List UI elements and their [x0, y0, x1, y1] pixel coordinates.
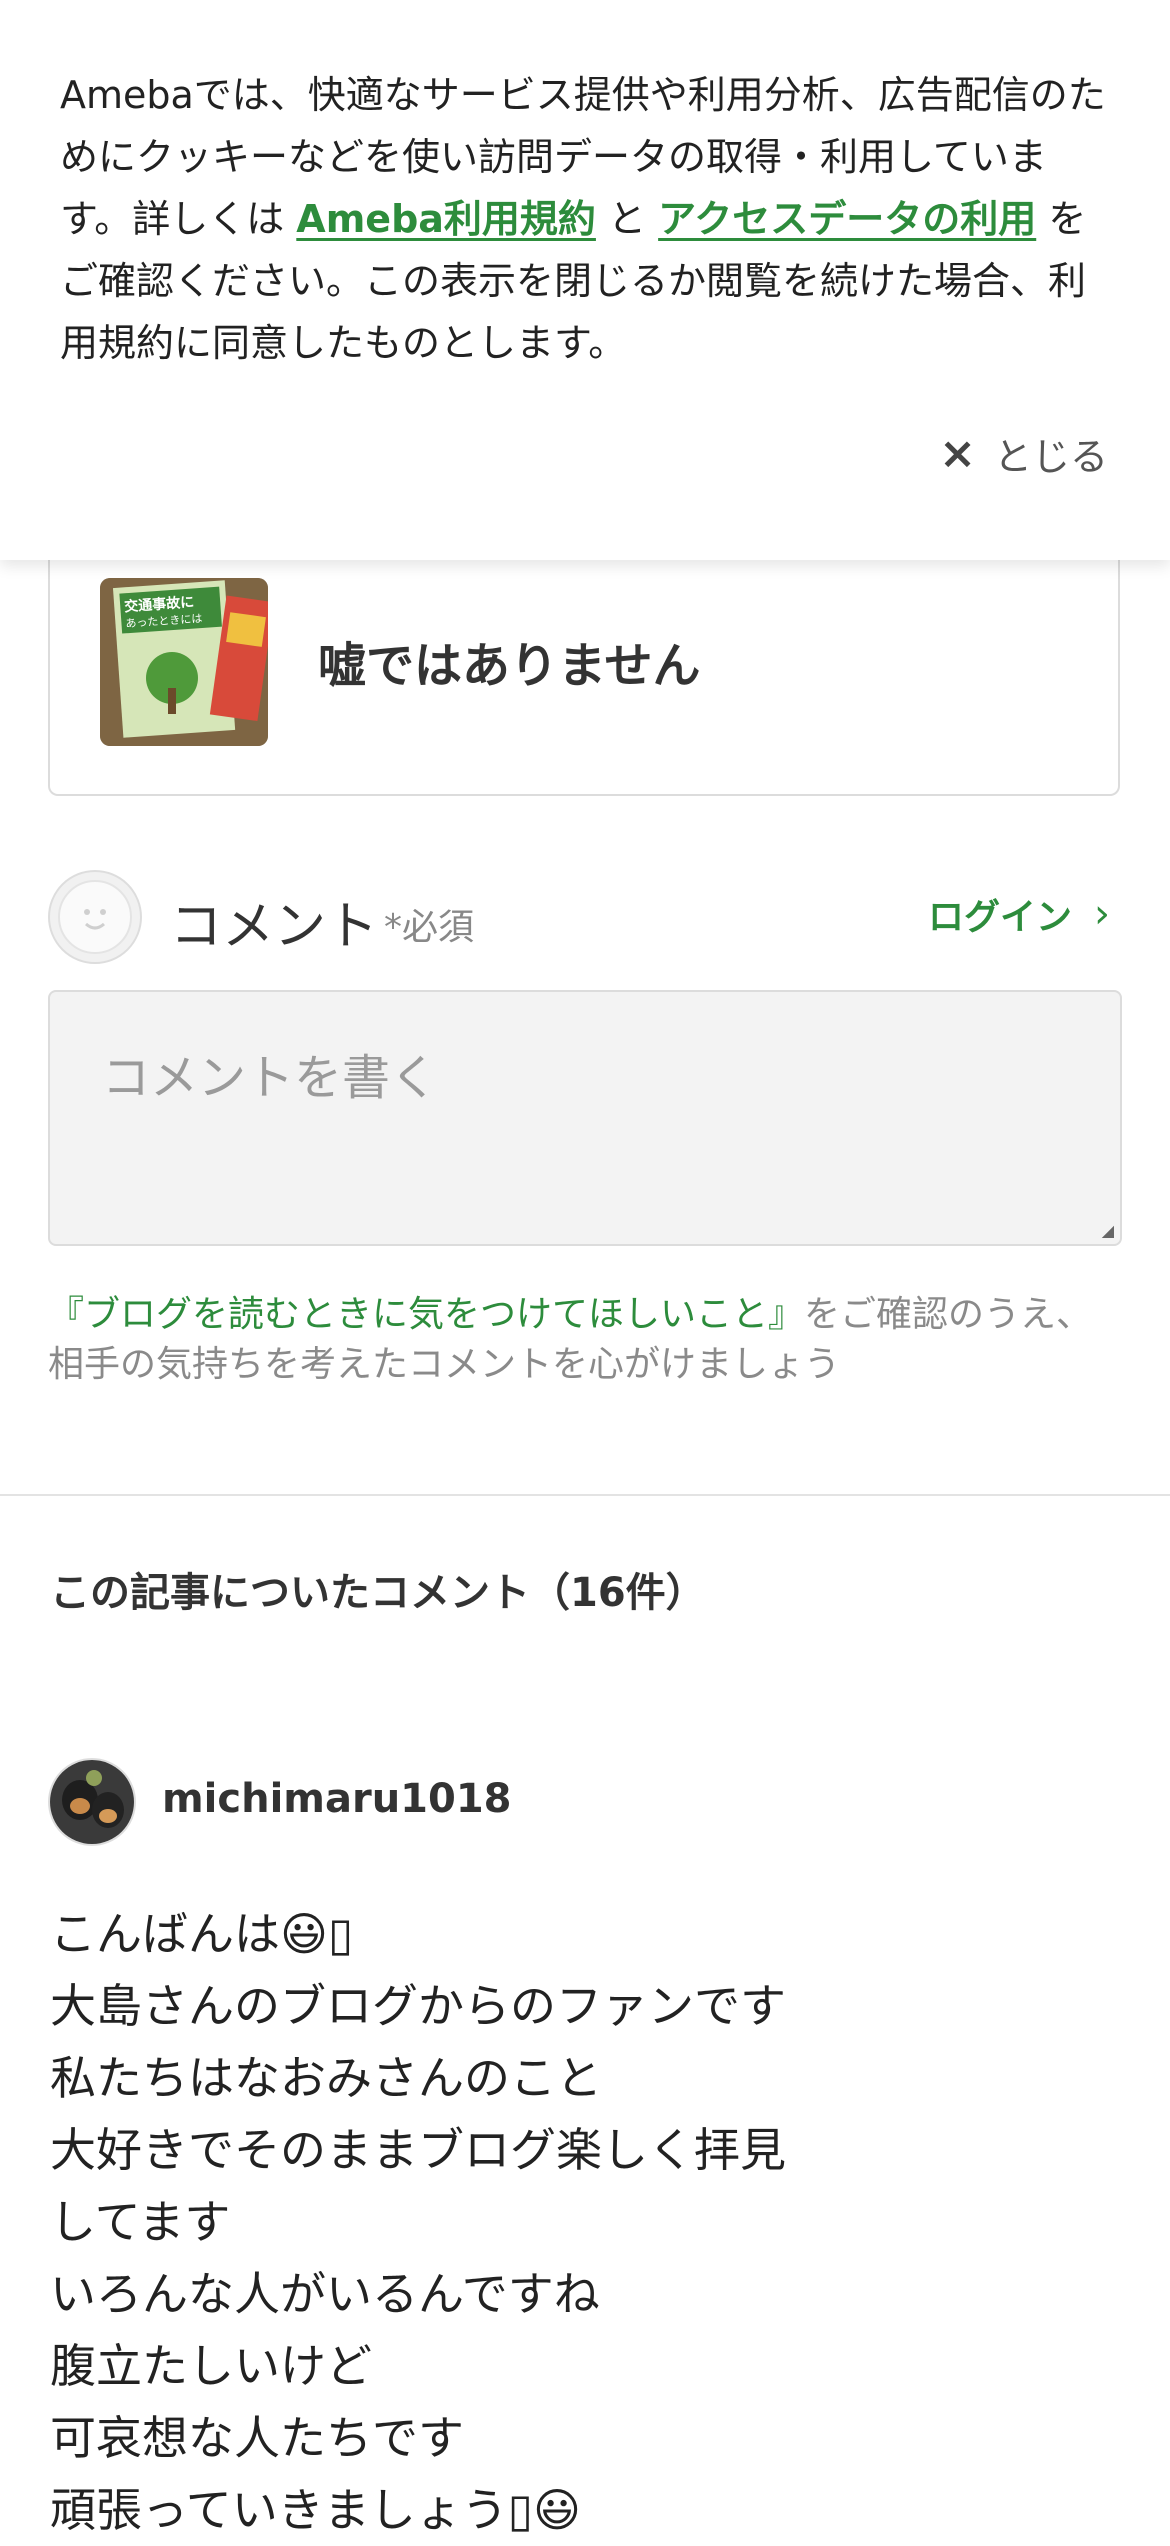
comment-line: いろんな人がいるんですね — [50, 2267, 600, 2321]
close-banner-button[interactable]: × とじる — [939, 420, 1108, 486]
avatar[interactable] — [48, 1758, 136, 1846]
comment-guideline: 『ブログを読むときに気をつけてほしいこと』をご確認のうえ、相手の気持ちを考えたコ… — [48, 1294, 1093, 1385]
comment-line: 腹立たしいけど — [50, 2339, 372, 2393]
comment-username[interactable]: michimaru1018 — [162, 1776, 512, 1822]
comment-line: 私たちはなおみさんのこと — [50, 2051, 602, 2105]
comment-line: 頑張っていきましょう▯😃 — [50, 2483, 581, 2537]
comment-line: 大好きでそのままブログ楽しく拝見 — [50, 2123, 786, 2177]
close-label: とじる — [993, 434, 1108, 479]
resize-handle-icon[interactable]: ◢ — [1102, 1221, 1114, 1240]
comment-line: してます — [50, 2195, 231, 2249]
comment-line: こんばんは😃▯ — [50, 1907, 354, 1961]
close-icon: × — [939, 427, 976, 479]
required-mark: *必須 — [384, 907, 475, 948]
comment-body: こんばんは😃▯ 大島さんのブログからのファンです 私たちはなおみさんのこと 大好… — [50, 1898, 1110, 2546]
comment-placeholder: コメントを書く — [102, 1050, 439, 1106]
login-label: ログイン — [927, 897, 1072, 938]
article-thumbnail: 交通事故に あったときには — [100, 578, 268, 746]
comment-line: 可哀想な人たちです — [50, 2411, 464, 2465]
login-link[interactable]: ログイン › — [928, 888, 1110, 940]
article-card[interactable]: 交通事故に あったときには 嘘ではありません — [48, 520, 1120, 796]
access-data-link[interactable]: アクセスデータの利用 — [658, 197, 1036, 241]
section-divider — [0, 1494, 1170, 1496]
comment-line: 大島さんのブログからのファンです — [50, 1979, 786, 2033]
chevron-right-icon: › — [1094, 891, 1110, 937]
comment-textarea[interactable]: コメントを書く ◢ — [48, 990, 1122, 1246]
terms-link[interactable]: Ameba利用規約 — [296, 197, 596, 241]
guideline-link[interactable]: 『ブログを読むときに気をつけてほしいこと』 — [48, 1294, 804, 1335]
comment-label: コメント — [170, 897, 379, 957]
cookie-notice-text: Amebaでは、快適なサービス提供や利用分析、広告配信のためにクッキーなどを使い… — [60, 73, 1106, 365]
article-title[interactable]: 嘘ではありません — [318, 626, 701, 696]
default-avatar — [48, 870, 142, 964]
comments-heading: この記事についたコメント（16件） — [50, 1570, 706, 1616]
cookie-banner: Amebaでは、快適なサービス提供や利用分析、広告配信のためにクッキーなどを使い… — [0, 0, 1170, 560]
